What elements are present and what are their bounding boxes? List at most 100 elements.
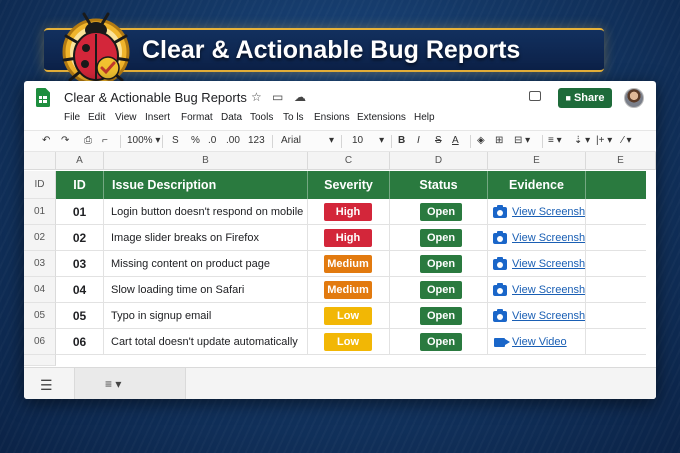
column-header-e[interactable]: E (488, 152, 586, 170)
row-number[interactable]: 03 (24, 251, 56, 277)
text-color-icon[interactable]: A (452, 135, 459, 146)
print-icon[interactable]: ⎙ (84, 135, 92, 146)
cell-evidence[interactable]: View Screenshot (488, 303, 586, 329)
row-number[interactable]: ID (24, 171, 56, 199)
header-status[interactable]: Status (390, 171, 488, 199)
column-header-b[interactable]: B (104, 152, 308, 170)
cell-issue-description[interactable]: Typo in signup email (104, 303, 308, 329)
currency-format-button[interactable]: S (172, 135, 179, 146)
header-issue-description[interactable]: Issue Description (104, 171, 308, 199)
row-number[interactable] (24, 355, 56, 366)
menu-edit[interactable]: Edit (88, 112, 105, 123)
decrease-decimal-button[interactable]: .0 (208, 135, 216, 146)
cell-id[interactable]: 02 (56, 225, 104, 251)
cell-empty[interactable] (586, 251, 646, 277)
merge-cells-icon[interactable]: ⊟ ▾ (514, 135, 530, 146)
header-empty[interactable] (586, 171, 646, 199)
sheet-tab[interactable]: ≡ ▾ (74, 368, 186, 399)
row-number[interactable]: 04 (24, 277, 56, 303)
row-number[interactable]: 06 (24, 329, 56, 355)
cell-issue-description[interactable]: Login button doesn't respond on mobile (104, 199, 308, 225)
cell-evidence[interactable]: View Screenshot (488, 277, 586, 303)
menu-format[interactable]: Format (181, 112, 213, 123)
column-header-f[interactable]: E (586, 152, 656, 170)
cell-empty[interactable] (586, 199, 646, 225)
cell-id[interactable]: 03 (56, 251, 104, 277)
menu-help[interactable]: Help (414, 112, 435, 123)
menu-insert[interactable]: Insert (145, 112, 170, 123)
header-severity[interactable]: Severity (308, 171, 390, 199)
row-number[interactable]: 01 (24, 199, 56, 225)
menu-file[interactable]: File (64, 112, 80, 123)
document-title[interactable]: Clear & Actionable Bug Reports (64, 90, 247, 105)
menu-tools-alt[interactable]: To ls (283, 112, 304, 123)
fill-color-icon[interactable]: ◈ (477, 135, 485, 146)
star-icon[interactable]: ☆ (251, 90, 262, 104)
cell-id[interactable]: 06 (56, 329, 104, 355)
cell-empty[interactable] (586, 225, 646, 251)
cell-evidence[interactable]: View Screenshot (488, 251, 586, 277)
font-size-select[interactable]: 10 ▾ (352, 135, 384, 146)
cell-severity[interactable]: High (308, 199, 390, 225)
cell-severity[interactable]: Low (308, 303, 390, 329)
borders-icon[interactable]: ⊞ (495, 135, 503, 146)
cell-empty[interactable] (586, 329, 646, 355)
cell-issue-description[interactable]: Slow loading time on Safari (104, 277, 308, 303)
cell-evidence[interactable]: View Screenshot (488, 199, 586, 225)
all-sheets-menu-icon[interactable]: ☰ (40, 377, 53, 394)
cell-status[interactable]: Open (390, 251, 488, 277)
evidence-link[interactable]: View Screenshot (512, 199, 585, 225)
strikethrough-button[interactable]: S (435, 135, 442, 146)
column-header-d[interactable]: D (390, 152, 488, 170)
cell-issue-description[interactable]: Image slider breaks on Firefox (104, 225, 308, 251)
italic-button[interactable]: I (417, 135, 420, 146)
folder-move-icon[interactable]: ▭ (272, 90, 283, 104)
undo-icon[interactable]: ↶ (42, 135, 50, 146)
evidence-link[interactable]: View Screenshot (512, 277, 585, 303)
rotate-text-icon[interactable]: ⁄ ▾ (622, 135, 631, 146)
share-button[interactable]: ■ Share (558, 88, 612, 108)
cell-severity[interactable]: Low (308, 329, 390, 355)
cell-issue-description[interactable]: Missing content on product page (104, 251, 308, 277)
menu-extensions[interactable]: Extensions (357, 112, 406, 123)
cell-id[interactable]: 04 (56, 277, 104, 303)
comments-icon[interactable] (529, 91, 541, 101)
header-id[interactable]: ID (56, 171, 104, 199)
menu-data[interactable]: Data (221, 112, 242, 123)
cell-status[interactable]: Open (390, 225, 488, 251)
select-all-corner[interactable] (24, 152, 56, 170)
cell-id[interactable]: 01 (56, 199, 104, 225)
cell-evidence[interactable]: View Screenshot (488, 225, 586, 251)
row-number[interactable]: 02 (24, 225, 56, 251)
cloud-status-icon[interactable]: ☁ (294, 90, 306, 104)
menu-view[interactable]: View (115, 112, 137, 123)
cell-empty[interactable] (586, 303, 646, 329)
font-select[interactable]: Arial ▾ (281, 135, 334, 146)
menu-ensions[interactable]: Ensions (314, 112, 350, 123)
number-format-button[interactable]: 123 (248, 135, 265, 146)
increase-decimal-button[interactable]: .00 (226, 135, 240, 146)
cell-severity[interactable]: High (308, 225, 390, 251)
wrap-icon[interactable]: |+ ▾ (596, 135, 612, 146)
cell-status[interactable]: Open (390, 329, 488, 355)
zoom-select[interactable]: 100% ▾ (127, 135, 160, 146)
align-icon[interactable]: ≡ ▾ (548, 135, 562, 146)
cell-id[interactable]: 05 (56, 303, 104, 329)
vertical-align-icon[interactable]: ⇣ ▾ (574, 135, 590, 146)
cell-issue-description[interactable]: Cart total doesn't update automatically (104, 329, 308, 355)
cell-status[interactable]: Open (390, 199, 488, 225)
row-number[interactable]: 05 (24, 303, 56, 329)
evidence-link[interactable]: View Screenshot (512, 303, 585, 329)
cell-empty[interactable] (586, 277, 646, 303)
column-header-c[interactable]: C (308, 152, 390, 170)
column-header-a[interactable]: A (56, 152, 104, 170)
bold-button[interactable]: B (398, 135, 405, 146)
cell-evidence[interactable]: View Video (488, 329, 586, 355)
cell-severity[interactable]: Medium (308, 251, 390, 277)
redo-icon[interactable]: ↷ (61, 135, 69, 146)
menu-tools[interactable]: Tools (250, 112, 273, 123)
percent-format-button[interactable]: % (191, 135, 200, 146)
evidence-link[interactable]: View Screenshot (512, 251, 585, 277)
cell-status[interactable]: Open (390, 277, 488, 303)
cell-severity[interactable]: Medium (308, 277, 390, 303)
